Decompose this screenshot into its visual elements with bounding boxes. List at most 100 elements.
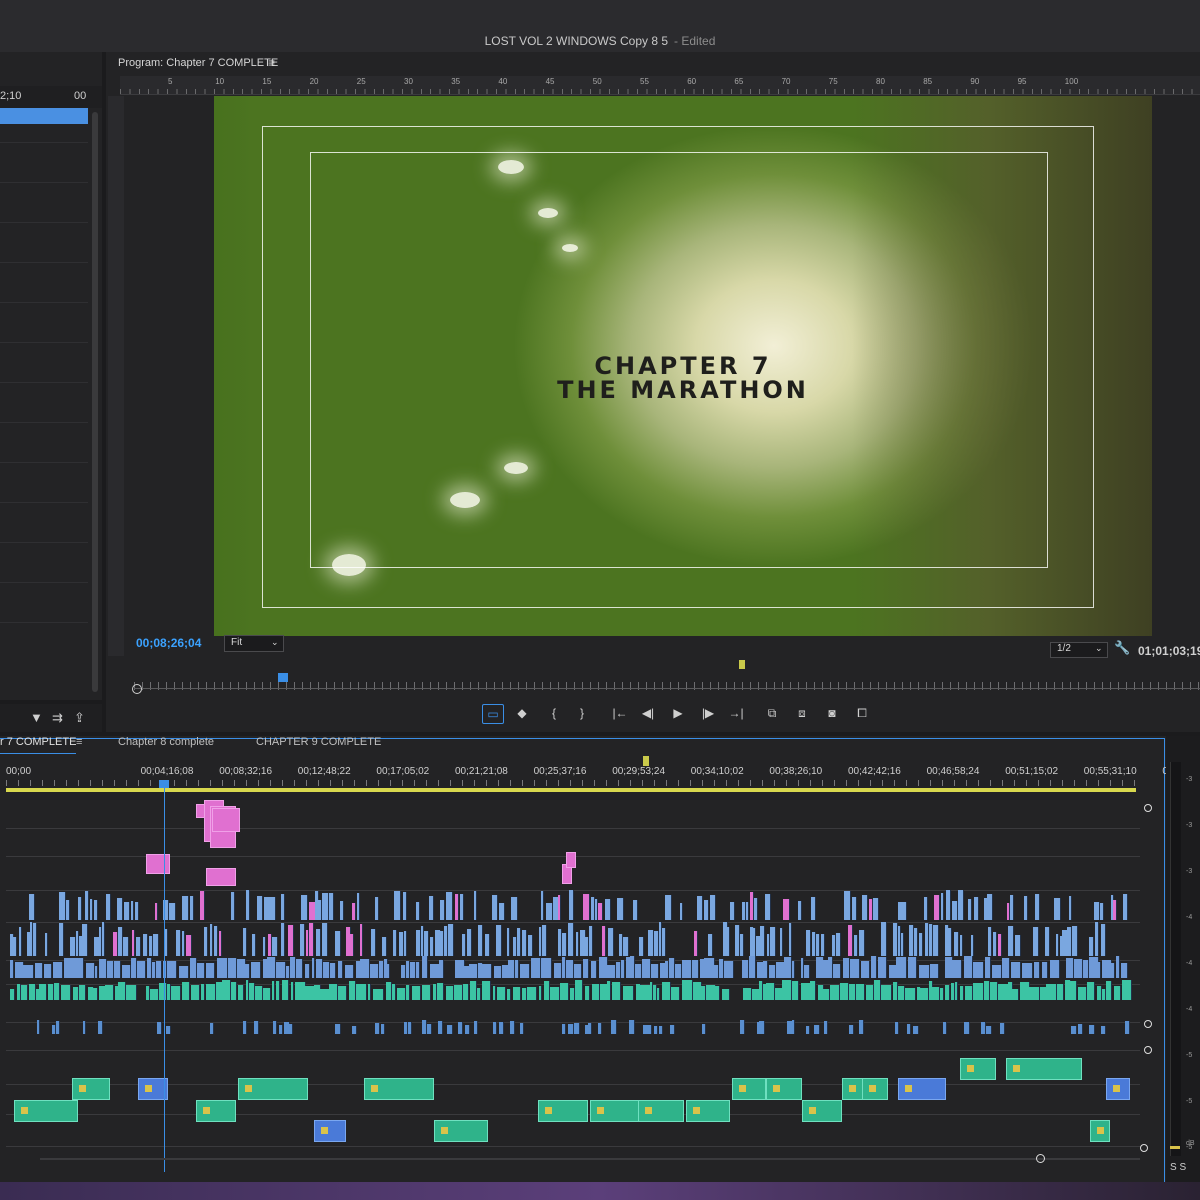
timeline-clip[interactable] — [1054, 897, 1061, 920]
timeline-clip[interactable] — [1099, 903, 1105, 920]
timeline-clip[interactable] — [692, 982, 702, 1000]
timeline-clip[interactable] — [739, 1020, 746, 1034]
timeline-clip[interactable] — [1111, 963, 1116, 978]
timeline-clip[interactable] — [568, 890, 575, 920]
timeline-clip[interactable] — [447, 923, 454, 956]
timeline-clip[interactable] — [34, 962, 43, 978]
timeline-clip[interactable] — [1035, 893, 1040, 920]
timeline-clip[interactable] — [304, 963, 311, 978]
timeline-clip[interactable] — [598, 1023, 603, 1034]
timeline-clip[interactable] — [28, 893, 36, 920]
panel-menu-icon[interactable]: ≡ — [268, 56, 275, 70]
timeline-clip[interactable] — [669, 1024, 675, 1034]
timeline-clip[interactable] — [228, 958, 237, 978]
timeline-clip[interactable] — [945, 984, 950, 1000]
panel-scrollbar[interactable] — [92, 112, 98, 692]
timeline-clip[interactable] — [651, 964, 659, 978]
timeline-clip[interactable] — [231, 981, 237, 1000]
timeline-clip[interactable] — [1115, 956, 1120, 978]
timeline-clip[interactable] — [620, 960, 626, 978]
timeline-clip[interactable] — [850, 958, 860, 978]
timeline-clip[interactable] — [574, 980, 584, 1000]
timeline-clip[interactable] — [898, 985, 906, 1000]
timeline-clip[interactable] — [929, 923, 933, 956]
audio-clip[interactable] — [686, 1100, 730, 1122]
timeline-clip[interactable] — [658, 1025, 664, 1034]
timeline-clip[interactable] — [1125, 1020, 1130, 1034]
safe-margins-button[interactable]: ▭ — [482, 704, 504, 724]
timeline-clip[interactable] — [1100, 924, 1106, 956]
timeline-clip[interactable] — [760, 925, 766, 956]
timeline-clip[interactable] — [498, 902, 505, 920]
timeline-clip[interactable] — [1077, 1024, 1084, 1034]
timeline-clip[interactable] — [330, 963, 336, 978]
timeline-clip[interactable] — [436, 982, 445, 1000]
timeline-clip[interactable] — [270, 896, 276, 920]
scroll-knob[interactable] — [1144, 1020, 1152, 1028]
timeline-clip[interactable] — [404, 931, 408, 956]
timeline-clip[interactable] — [206, 868, 236, 886]
timeline-clip[interactable] — [521, 930, 528, 956]
timeline-clip[interactable] — [348, 980, 357, 1000]
timeline-clip[interactable] — [664, 960, 669, 978]
timeline-clip[interactable] — [870, 956, 878, 978]
timeline-clip[interactable] — [546, 903, 553, 920]
playback-resolution-select[interactable]: 1/2 ⌄ — [1050, 642, 1108, 658]
timeline-clip[interactable] — [694, 930, 699, 956]
timeline-clip[interactable] — [943, 1021, 948, 1034]
timeline-clip[interactable] — [308, 922, 315, 956]
timeline-clip[interactable] — [230, 891, 236, 920]
timeline-clip[interactable] — [561, 1023, 567, 1034]
audio-clip[interactable] — [898, 1078, 946, 1100]
timeline-clip[interactable] — [446, 891, 453, 920]
timeline-playhead[interactable] — [164, 780, 165, 1172]
timeline-clip[interactable] — [1022, 963, 1033, 978]
timeline-clip[interactable] — [702, 1024, 706, 1034]
timeline-clip[interactable] — [329, 892, 335, 920]
timeline-clip[interactable] — [477, 988, 482, 1000]
timeline-clip[interactable] — [803, 965, 810, 978]
timeline-clip[interactable] — [881, 984, 892, 1000]
timeline-horizontal-scroll[interactable] — [0, 1154, 1150, 1164]
timeline-clip[interactable] — [791, 960, 796, 978]
timeline-clip[interactable] — [647, 1025, 653, 1034]
timeline-clip[interactable] — [954, 982, 959, 1000]
timeline-clip[interactable] — [95, 965, 99, 978]
timeline-clip[interactable] — [340, 901, 344, 920]
timeline-clip[interactable] — [485, 934, 491, 956]
timeline-clip[interactable] — [257, 895, 263, 920]
timeline-clip[interactable] — [919, 965, 930, 978]
work-area-bar[interactable] — [6, 788, 1136, 792]
timeline-clip[interactable] — [70, 937, 76, 956]
timeline-clip[interactable] — [345, 964, 354, 978]
timeline-clip[interactable] — [461, 934, 467, 956]
timeline-clip[interactable] — [242, 928, 248, 956]
timeline-clip[interactable] — [855, 984, 866, 1000]
timeline-clip[interactable] — [588, 1022, 593, 1034]
timeline-clip[interactable] — [1057, 984, 1065, 1000]
timeline-clip[interactable] — [740, 933, 744, 956]
timeline-clip[interactable] — [611, 1020, 617, 1034]
timeline-clip[interactable] — [56, 1021, 61, 1034]
audio-clip[interactable] — [842, 1078, 864, 1100]
zoom-handle[interactable] — [132, 684, 142, 694]
timeline-clip[interactable] — [517, 928, 522, 956]
timeline-clip[interactable] — [558, 895, 562, 920]
timeline-clip[interactable] — [18, 926, 23, 956]
timeline-clip[interactable] — [359, 923, 363, 956]
timeline-clip[interactable] — [493, 1022, 498, 1034]
export-icon[interactable]: ⇪ — [74, 710, 85, 726]
timeline-clip[interactable] — [931, 987, 941, 1000]
audio-clip[interactable] — [732, 1078, 766, 1100]
timeline-clip[interactable] — [335, 1023, 341, 1034]
marker-icon[interactable] — [739, 660, 745, 669]
timeline-clip[interactable] — [405, 985, 411, 1000]
timeline-clip[interactable] — [136, 961, 147, 978]
timeline-clip[interactable] — [748, 956, 756, 978]
filter-icon[interactable]: ▼ — [30, 710, 43, 725]
timeline-clip[interactable] — [322, 922, 328, 956]
playhead-timecode[interactable]: 00;08;26;04 — [136, 636, 201, 650]
timeline-clip[interactable] — [945, 890, 952, 920]
timeline-clip[interactable] — [583, 958, 589, 978]
timeline-clip[interactable] — [907, 957, 918, 978]
